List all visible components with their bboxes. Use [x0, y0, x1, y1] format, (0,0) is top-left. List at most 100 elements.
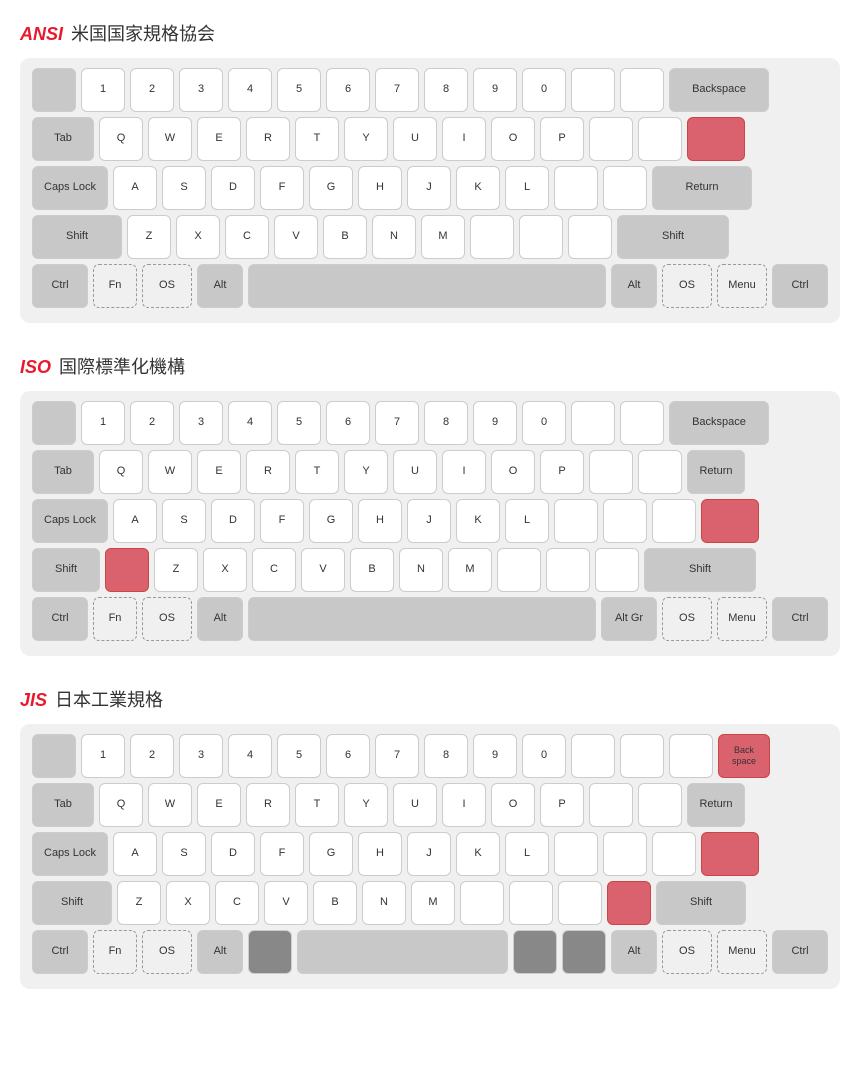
key-shift-left[interactable]: Shift — [32, 881, 112, 925]
key-quote[interactable] — [603, 499, 647, 543]
key-hash[interactable] — [652, 499, 696, 543]
key-henkan[interactable] — [513, 930, 557, 974]
key-equal[interactable] — [620, 734, 664, 778]
key-4[interactable]: 4 — [228, 68, 272, 112]
key-alt-left[interactable]: Alt — [197, 930, 243, 974]
key-8[interactable]: 8 — [424, 68, 468, 112]
key-b[interactable]: B — [323, 215, 367, 259]
key-0[interactable]: 0 — [522, 734, 566, 778]
key-ctrl-right[interactable]: Ctrl — [772, 597, 828, 641]
key-os-left[interactable]: OS — [142, 597, 192, 641]
key-i[interactable]: I — [442, 450, 486, 494]
key-minus[interactable] — [571, 401, 615, 445]
key-y[interactable]: Y — [344, 117, 388, 161]
key-h[interactable]: H — [358, 832, 402, 876]
key-f[interactable]: F — [260, 499, 304, 543]
key-b[interactable]: B — [350, 548, 394, 592]
key-tab[interactable]: Tab — [32, 783, 94, 827]
key-h[interactable]: H — [358, 166, 402, 210]
key-capslock[interactable]: Caps Lock — [32, 166, 108, 210]
key-comma[interactable] — [460, 881, 504, 925]
key-period[interactable] — [546, 548, 590, 592]
key-g[interactable]: G — [309, 832, 353, 876]
key-7[interactable]: 7 — [375, 734, 419, 778]
key-3[interactable]: 3 — [179, 68, 223, 112]
key-return[interactable]: Return — [687, 783, 745, 827]
key-ctrl-right[interactable]: Ctrl — [772, 930, 828, 974]
key-g[interactable]: G — [309, 499, 353, 543]
key-s[interactable]: S — [162, 832, 206, 876]
key-shift-right[interactable]: Shift — [644, 548, 756, 592]
key-w[interactable]: W — [148, 783, 192, 827]
key-c[interactable]: C — [215, 881, 259, 925]
key-z[interactable]: Z — [117, 881, 161, 925]
key-s[interactable]: S — [162, 499, 206, 543]
key-y[interactable]: Y — [344, 450, 388, 494]
key-n[interactable]: N — [399, 548, 443, 592]
key-7[interactable]: 7 — [375, 401, 419, 445]
key-e[interactable]: E — [197, 450, 241, 494]
key-t[interactable]: T — [295, 783, 339, 827]
key-w[interactable]: W — [148, 450, 192, 494]
key-minus[interactable] — [571, 68, 615, 112]
key-return-bottom[interactable] — [701, 499, 759, 543]
key-semicolon[interactable] — [554, 832, 598, 876]
key-v[interactable]: V — [274, 215, 318, 259]
key-r[interactable]: R — [246, 783, 290, 827]
key-semicolon[interactable] — [554, 166, 598, 210]
key-t[interactable]: T — [295, 117, 339, 161]
key-rbracket[interactable] — [638, 450, 682, 494]
key-u[interactable]: U — [393, 450, 437, 494]
key-n[interactable]: N — [362, 881, 406, 925]
key-5[interactable]: 5 — [277, 734, 321, 778]
key-i[interactable]: I — [442, 117, 486, 161]
key-shift-right[interactable]: Shift — [656, 881, 746, 925]
key-alt-left[interactable]: Alt — [197, 264, 243, 308]
key-g[interactable]: G — [309, 166, 353, 210]
key-z[interactable]: Z — [154, 548, 198, 592]
key-j[interactable]: J — [407, 166, 451, 210]
key-k[interactable]: K — [456, 499, 500, 543]
key-menu[interactable]: Menu — [717, 264, 767, 308]
key-o[interactable]: O — [491, 783, 535, 827]
key-os-right[interactable]: OS — [662, 930, 712, 974]
key-tilde[interactable] — [32, 68, 76, 112]
key-u[interactable]: U — [393, 783, 437, 827]
key-o[interactable]: O — [491, 117, 535, 161]
key-slash[interactable] — [558, 881, 602, 925]
key-return-top[interactable]: Return — [687, 450, 745, 494]
key-capslock[interactable]: Caps Lock — [32, 499, 108, 543]
key-i[interactable]: I — [442, 783, 486, 827]
key-m[interactable]: M — [411, 881, 455, 925]
key-8[interactable]: 8 — [424, 734, 468, 778]
key-backspace[interactable]: Backspace — [669, 401, 769, 445]
key-space[interactable] — [248, 264, 606, 308]
key-space[interactable] — [248, 597, 596, 641]
key-0[interactable]: 0 — [522, 401, 566, 445]
key-shift-left[interactable]: Shift — [32, 215, 122, 259]
key-3[interactable]: 3 — [179, 401, 223, 445]
key-8[interactable]: 8 — [424, 401, 468, 445]
key-ro[interactable] — [607, 881, 651, 925]
key-l[interactable]: L — [505, 166, 549, 210]
key-tilde[interactable] — [32, 734, 76, 778]
key-d[interactable]: D — [211, 499, 255, 543]
key-u[interactable]: U — [393, 117, 437, 161]
key-q[interactable]: Q — [99, 783, 143, 827]
key-backslash[interactable] — [687, 117, 745, 161]
key-9[interactable]: 9 — [473, 401, 517, 445]
key-fn[interactable]: Fn — [93, 264, 137, 308]
key-ctrl-left[interactable]: Ctrl — [32, 930, 88, 974]
key-o[interactable]: O — [491, 450, 535, 494]
key-semicolon[interactable] — [554, 499, 598, 543]
key-return[interactable]: Return — [652, 166, 752, 210]
key-1[interactable]: 1 — [81, 401, 125, 445]
key-p[interactable]: P — [540, 450, 584, 494]
key-tilde[interactable] — [32, 401, 76, 445]
key-d[interactable]: D — [211, 166, 255, 210]
key-6[interactable]: 6 — [326, 734, 370, 778]
key-comma[interactable] — [470, 215, 514, 259]
key-slash[interactable] — [568, 215, 612, 259]
key-shift-left[interactable]: Shift — [32, 548, 100, 592]
key-os-right[interactable]: OS — [662, 264, 712, 308]
